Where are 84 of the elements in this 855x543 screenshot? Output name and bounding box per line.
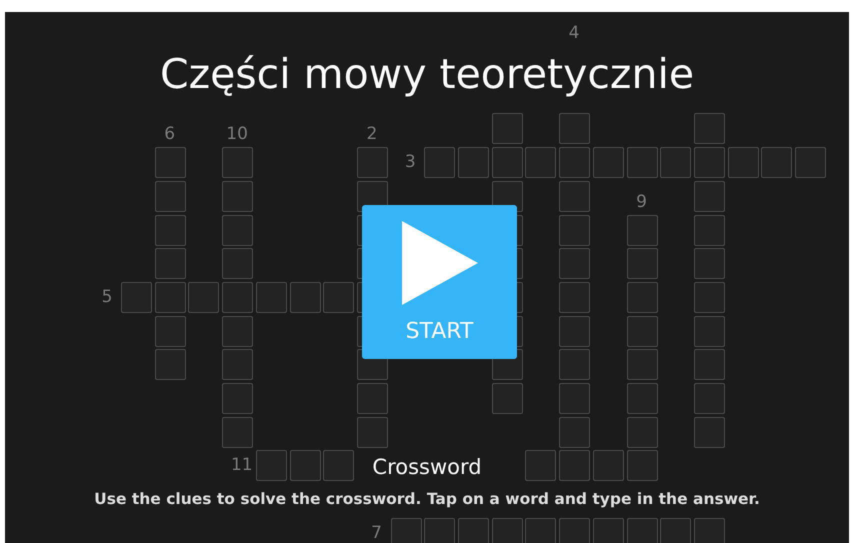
grid-cell [154, 349, 186, 380]
clue-number: 2 [365, 124, 378, 144]
grid-cell [626, 147, 658, 178]
grid-cell [559, 214, 590, 246]
grid-cell [492, 383, 523, 414]
grid-cell [290, 282, 320, 313]
grid-cell [458, 147, 489, 178]
grid-cell [660, 147, 692, 178]
grid-cell [559, 316, 590, 347]
grid-cell [290, 450, 320, 482]
grid-cell [222, 282, 254, 313]
grid-cell [626, 316, 658, 347]
grid-cell [694, 282, 725, 313]
grid-cell [559, 349, 590, 380]
clue-number: 9 [635, 192, 648, 212]
grid-cell [154, 147, 186, 178]
grid-cell [154, 180, 186, 212]
clue-number: 3 [404, 152, 417, 172]
clue-number: 11 [230, 455, 254, 476]
grid-cell [222, 349, 254, 380]
grid-cell [492, 147, 523, 178]
grid-cell [356, 383, 388, 414]
grid-cell [154, 248, 186, 280]
grid-cell [222, 248, 254, 280]
grid-cell [694, 383, 725, 414]
grid-cell [525, 450, 556, 482]
grid-cell [256, 450, 287, 482]
grid-cell [323, 450, 354, 482]
grid-cell [728, 147, 759, 178]
clue-number: 5 [100, 286, 114, 307]
grid-cell [222, 147, 254, 178]
start-button[interactable]: START [362, 205, 517, 359]
clue-number: 10 [225, 124, 249, 144]
grid-cell [626, 416, 658, 448]
grid-cell [154, 282, 186, 313]
grid-cell [222, 180, 254, 212]
grid-cell [188, 282, 220, 313]
grid-cell [424, 147, 456, 178]
grid-cell [222, 214, 254, 246]
instructions-text: Use the clues to solve the crossword. Tap on a word and type in the answer. [94, 489, 760, 510]
grid-cell [154, 316, 186, 347]
grid-cell [559, 147, 590, 178]
grid-cell [694, 349, 725, 380]
grid-cell [626, 383, 658, 414]
activity-title: Części mowy teoretycznie [160, 50, 694, 98]
grid-cell [222, 416, 254, 448]
grid-cell [525, 147, 556, 178]
grid-cell [694, 214, 725, 246]
grid-cell [559, 383, 590, 414]
grid-cell [121, 282, 152, 313]
grid-cell [222, 383, 254, 414]
grid-cell [356, 416, 388, 448]
grid-cell [626, 248, 658, 280]
grid-cell [222, 316, 254, 347]
grid-cell [592, 147, 624, 178]
grid-cell [626, 214, 658, 246]
grid-cell [694, 248, 725, 280]
grid-cell [626, 349, 658, 380]
activity-type: Crossword [372, 454, 482, 480]
grid-cell [626, 450, 658, 482]
grid-cell [795, 147, 826, 178]
grid-cell [592, 450, 624, 482]
grid-cell [694, 416, 725, 448]
grid-cell [559, 113, 590, 144]
grid-cell [559, 180, 590, 212]
grid-cell [694, 147, 725, 178]
grid-cell [694, 316, 725, 347]
play-icon [402, 221, 478, 305]
clue-number: 6 [163, 124, 176, 144]
grid-cell [256, 282, 287, 313]
grid-cell [559, 248, 590, 280]
grid-cell [761, 147, 792, 178]
grid-cell [694, 180, 725, 212]
grid-cell [694, 113, 725, 144]
grid-cell [626, 282, 658, 313]
grid-cell [154, 214, 186, 246]
clue-number: 4 [568, 23, 580, 43]
grid-cell [323, 282, 354, 313]
grid-cell [559, 450, 590, 482]
grid-cell [492, 113, 523, 144]
clue-number: 7 [370, 522, 383, 543]
grid-cell [559, 416, 590, 448]
grid-cell [559, 282, 590, 313]
grid-cell [356, 147, 388, 178]
